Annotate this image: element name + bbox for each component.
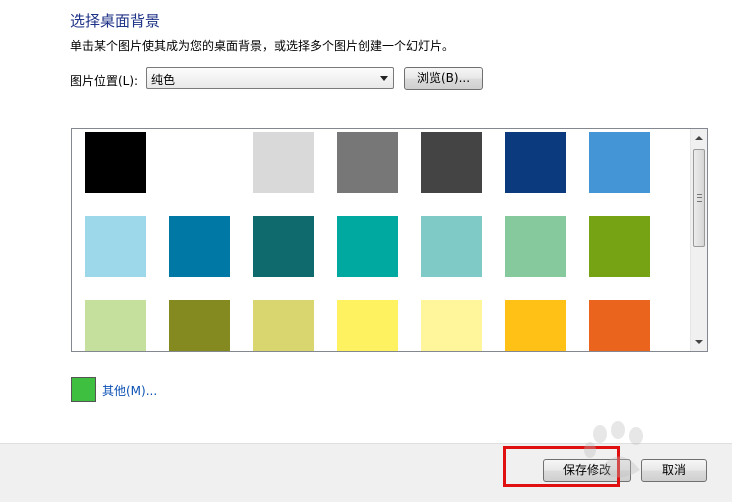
grip-icon	[697, 194, 702, 202]
color-swatch[interactable]	[505, 216, 566, 277]
page-description: 单击某个图片使其成为您的桌面背景，或选择多个图片创建一个幻灯片。	[70, 39, 455, 53]
color-swatch[interactable]	[421, 132, 482, 193]
picture-location-select[interactable]: 纯色	[146, 67, 394, 89]
color-swatch[interactable]	[85, 216, 146, 277]
color-swatch[interactable]	[337, 132, 398, 193]
vertical-scrollbar[interactable]	[690, 129, 707, 351]
page-title: 选择桌面背景	[70, 12, 161, 30]
browse-button[interactable]: 浏览(B)...	[404, 67, 483, 90]
color-swatch[interactable]	[589, 300, 650, 351]
color-swatch[interactable]	[169, 300, 230, 351]
color-swatch[interactable]	[85, 132, 146, 193]
scroll-up-arrow-icon[interactable]	[695, 136, 703, 140]
other-color-swatch[interactable]	[71, 377, 96, 402]
color-swatch-list	[71, 128, 708, 352]
color-swatch[interactable]	[589, 132, 650, 193]
scrollbar-thumb[interactable]	[693, 149, 705, 247]
color-swatch[interactable]	[421, 300, 482, 351]
color-swatch[interactable]	[169, 132, 230, 193]
color-swatch[interactable]	[169, 216, 230, 277]
color-swatch[interactable]	[253, 132, 314, 193]
color-swatch[interactable]	[337, 300, 398, 351]
scroll-down-arrow-icon[interactable]	[695, 340, 703, 344]
color-swatch[interactable]	[253, 300, 314, 351]
picture-location-value: 纯色	[151, 73, 176, 87]
color-swatch[interactable]	[505, 132, 566, 193]
color-swatch[interactable]	[337, 216, 398, 277]
color-swatch[interactable]	[85, 300, 146, 351]
cancel-button[interactable]: 取消	[641, 459, 707, 482]
color-swatch[interactable]	[253, 216, 314, 277]
color-swatch[interactable]	[505, 300, 566, 351]
highlight-box	[503, 446, 620, 487]
picture-location-label: 图片位置(L):	[70, 74, 139, 88]
color-swatch[interactable]	[589, 216, 650, 277]
chevron-down-icon	[380, 76, 388, 81]
other-color-link[interactable]: 其他(M)...	[102, 382, 157, 399]
color-swatch[interactable]	[421, 216, 482, 277]
